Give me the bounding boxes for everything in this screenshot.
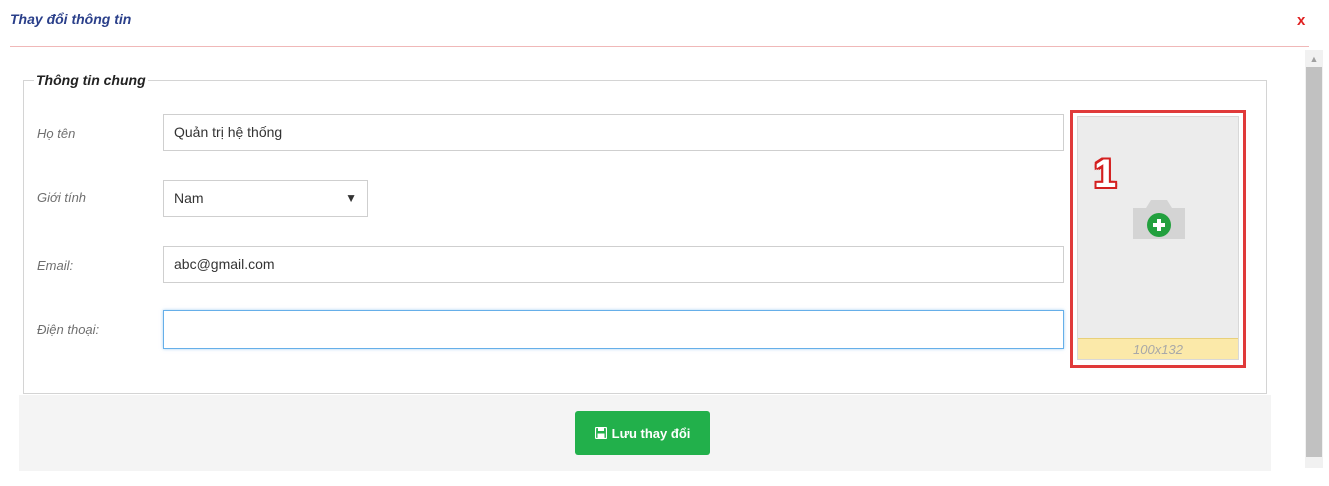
floppy-disk-icon: [594, 427, 607, 439]
name-label: Họ tên: [37, 126, 76, 141]
photo-size-caption: 100x132: [1078, 338, 1238, 359]
gender-selected-value: Nam: [174, 190, 204, 206]
dialog-footer: Lưu thay đổi: [19, 395, 1271, 471]
email-label: Email:: [37, 258, 74, 273]
vertical-scrollbar[interactable]: ▲: [1305, 50, 1323, 468]
scroll-up-arrow-icon[interactable]: ▲: [1305, 52, 1323, 66]
fieldset-legend: Thông tin chung: [36, 72, 146, 88]
dialog-title: Thay đổi thông tin: [10, 11, 132, 27]
email-input[interactable]: abc@gmail.com: [163, 246, 1064, 283]
gender-label: Giới tính: [37, 190, 87, 205]
save-button-label: Lưu thay đổi: [611, 425, 691, 441]
close-button[interactable]: x: [1297, 12, 1305, 29]
step-number: 1: [1094, 152, 1117, 196]
phone-label: Điện thoại:: [37, 322, 100, 337]
dialog-header: Thay đổi thông tin x: [0, 0, 1329, 47]
gender-select[interactable]: Nam ▼: [163, 180, 368, 217]
phone-input[interactable]: [163, 310, 1064, 349]
name-input[interactable]: Quản trị hệ thống: [163, 114, 1064, 151]
dropdown-arrow-icon: ▼: [345, 191, 357, 205]
camera-add-icon: [1133, 200, 1185, 239]
photo-upload-area[interactable]: 1 100x132: [1077, 116, 1239, 360]
scroll-thumb[interactable]: [1306, 67, 1322, 457]
save-changes-button[interactable]: Lưu thay đổi: [575, 411, 710, 455]
photo-highlight-frame: 1 100x132: [1070, 110, 1246, 368]
header-divider: [10, 46, 1309, 47]
